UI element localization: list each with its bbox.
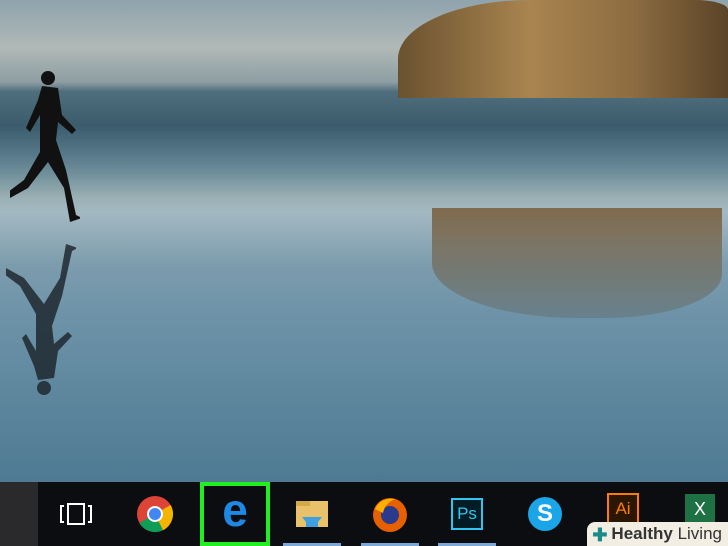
chrome-icon — [137, 496, 174, 533]
watermark-text-light: Living — [677, 524, 722, 543]
start-area[interactable] — [0, 482, 38, 546]
desktop-wallpaper — [0, 0, 728, 482]
rock — [398, 0, 728, 98]
photoshop-icon: Ps — [451, 498, 483, 530]
runner-silhouette — [10, 71, 80, 222]
runner-reflection — [6, 244, 76, 395]
plus-icon: ✚ — [592, 525, 608, 545]
watermark-text-bold: Healthy — [611, 524, 673, 543]
file-explorer-button[interactable] — [277, 482, 347, 546]
firefox-button[interactable] — [355, 482, 425, 546]
task-view-button[interactable] — [41, 482, 111, 546]
rock-reflection — [432, 208, 722, 318]
firefox-icon — [373, 498, 407, 532]
task-view-icon — [60, 503, 92, 525]
edge-button[interactable]: e — [200, 482, 270, 546]
watermark-logo: ✚ Healthy Living — [587, 522, 728, 546]
taskbar: e Ps S Ai X ✚ Healthy Living — [0, 482, 728, 546]
folder-icon — [296, 501, 328, 527]
skype-icon: S — [528, 497, 562, 531]
edge-icon: e — [222, 484, 248, 536]
illustrator-icon: Ai — [607, 493, 639, 525]
skype-button[interactable]: S — [510, 482, 580, 546]
excel-icon: X — [685, 494, 715, 524]
photoshop-button[interactable]: Ps — [432, 482, 502, 546]
chrome-button[interactable] — [120, 482, 190, 546]
